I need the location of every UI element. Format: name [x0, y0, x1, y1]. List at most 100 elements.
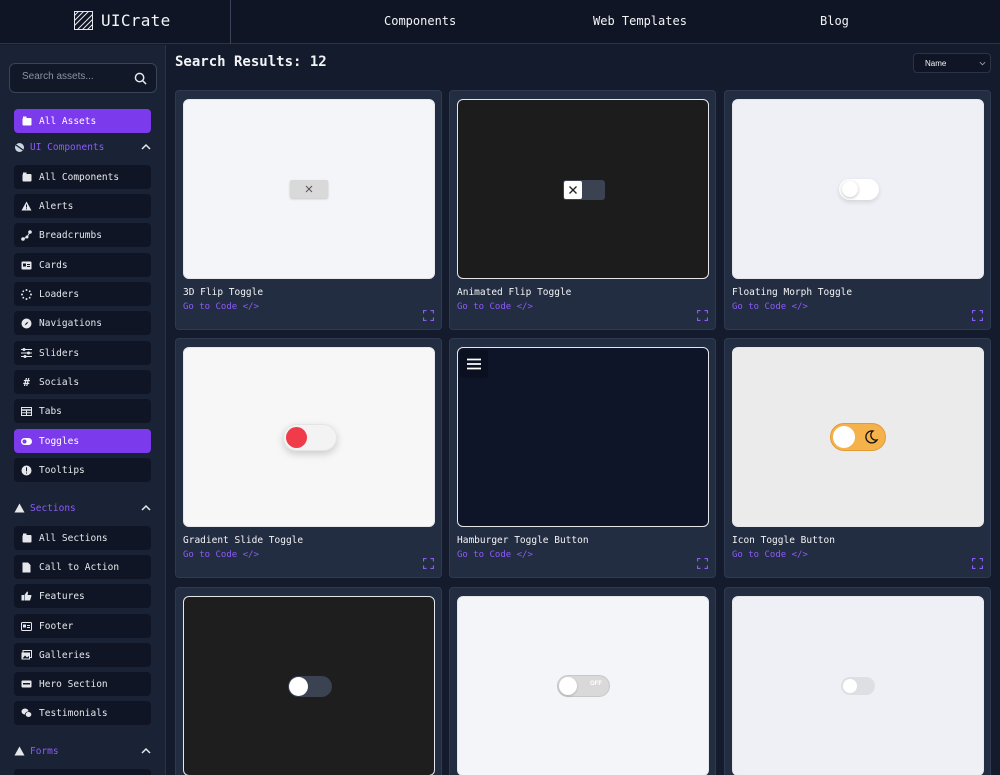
- icon-toggle-demo[interactable]: [830, 423, 886, 451]
- component-card[interactable]: Gradient Slide Toggle Go to Code </>: [175, 338, 442, 578]
- go-to-code-link[interactable]: Go to Code </>: [457, 550, 533, 560]
- morph-toggle-demo[interactable]: [839, 179, 879, 200]
- sidebar-item-toggles[interactable]: Toggles: [14, 429, 151, 453]
- go-to-code-link[interactable]: Go to Code </>: [183, 302, 259, 312]
- card-title: Gradient Slide Toggle: [183, 535, 304, 546]
- go-to-code-link[interactable]: Go to Code </>: [732, 550, 808, 560]
- card-title: Animated Flip Toggle: [457, 287, 572, 298]
- component-card[interactable]: Hamburger Toggle Button Go to Code </>: [449, 338, 716, 578]
- sidebar-item-all-components[interactable]: All Components: [14, 165, 151, 189]
- component-card[interactable]: 3D Flip Toggle Go to Code </>: [175, 90, 442, 330]
- component-card[interactable]: Floating Morph Toggle Go to Code </>: [724, 90, 991, 330]
- chevron-up-icon[interactable]: [140, 141, 152, 153]
- folder-icon: [21, 533, 32, 544]
- compass-icon: [21, 318, 32, 329]
- sidebar-item-testimonials[interactable]: Testimonials: [14, 701, 151, 725]
- sidebar-item-hero-section[interactable]: Hero Section: [14, 672, 151, 696]
- sidebar-item-label: Hero Section: [39, 678, 108, 690]
- sidebar-item-footer[interactable]: Footer: [14, 614, 151, 638]
- nav-blog[interactable]: Blog: [820, 14, 849, 28]
- component-card[interactable]: Animated Flip Toggle Go to Code </>: [449, 90, 716, 330]
- search-input[interactable]: [22, 71, 132, 82]
- sidebar-item-label: Testimonials: [39, 707, 108, 719]
- sidebar-item-label: All Sections: [39, 532, 108, 544]
- nav-web-templates[interactable]: Web Templates: [593, 14, 687, 28]
- sidebar-item-loaders[interactable]: Loaders: [14, 282, 151, 306]
- chevron-down-icon: [979, 61, 986, 66]
- preview-floating-morph-toggle[interactable]: [732, 99, 984, 279]
- toggle-demo[interactable]: [288, 676, 332, 697]
- close-icon: [305, 185, 313, 193]
- search-box[interactable]: [9, 63, 157, 93]
- section-header-ui-components[interactable]: UI Components: [14, 138, 154, 156]
- go-to-code-link[interactable]: Go to Code </>: [732, 302, 808, 312]
- preview-dark-toggle[interactable]: [183, 596, 435, 775]
- hamburger-button-demo[interactable]: [460, 350, 488, 378]
- expand-icon[interactable]: [423, 558, 434, 569]
- sidebar-item-features[interactable]: Features: [14, 584, 151, 608]
- sidebar-item-label: Sliders: [39, 347, 80, 359]
- preview-hamburger-toggle-button[interactable]: [457, 347, 709, 527]
- preview-gradient-slide-toggle[interactable]: [183, 347, 435, 527]
- sidebar-item-galleries[interactable]: Galleries: [14, 643, 151, 667]
- slide-toggle-demo[interactable]: [283, 424, 337, 451]
- section-header-sections[interactable]: Sections: [14, 499, 154, 517]
- flip-toggle-demo[interactable]: [563, 180, 605, 200]
- hamburger-icon: [467, 358, 481, 370]
- folder-icon: [21, 172, 32, 183]
- sidebar-item-navigations[interactable]: Navigations: [14, 311, 151, 335]
- search-icon[interactable]: [134, 72, 147, 85]
- preview-3d-flip-toggle[interactable]: [183, 99, 435, 279]
- sort-value: Name: [925, 58, 947, 68]
- expand-icon[interactable]: [423, 310, 434, 321]
- thumbs-up-icon: [21, 591, 32, 602]
- component-card[interactable]: OFF: [449, 587, 716, 775]
- go-to-code-link[interactable]: Go to Code </>: [457, 302, 533, 312]
- sidebar-item-socials[interactable]: # Socials: [14, 370, 151, 394]
- preview-small-toggle[interactable]: [732, 596, 984, 775]
- sidebar-item-alerts[interactable]: Alerts: [14, 194, 151, 218]
- sidebar-item-sliders[interactable]: Sliders: [14, 341, 151, 365]
- sidebar-item-partial[interactable]: [14, 769, 151, 775]
- card-title: Floating Morph Toggle: [732, 287, 853, 298]
- sidebar-item-label: All Assets: [39, 115, 97, 127]
- small-toggle-demo[interactable]: [841, 677, 875, 695]
- sidebar-item-all-sections[interactable]: All Sections: [14, 526, 151, 550]
- sidebar-item-tabs[interactable]: Tabs: [14, 399, 151, 423]
- info-icon: [21, 465, 32, 476]
- nav-components[interactable]: Components: [384, 14, 456, 28]
- cube-icon: [14, 142, 25, 153]
- sidebar-item-label: Loaders: [39, 288, 80, 300]
- chevron-up-icon[interactable]: [140, 502, 152, 514]
- expand-icon[interactable]: [972, 310, 983, 321]
- sidebar-item-all-assets[interactable]: All Assets: [14, 109, 151, 133]
- preview-off-toggle[interactable]: OFF: [457, 596, 709, 775]
- sidebar-item-cards[interactable]: Cards: [14, 253, 151, 277]
- component-card[interactable]: [175, 587, 442, 775]
- component-card[interactable]: Icon Toggle Button Go to Code </>: [724, 338, 991, 578]
- close-icon: [569, 186, 577, 194]
- sliders-icon: [21, 348, 32, 359]
- sidebar-item-label: Galleries: [39, 649, 91, 661]
- expand-icon[interactable]: [697, 310, 708, 321]
- sidebar-item-call-to-action[interactable]: Call to Action: [14, 555, 151, 579]
- expand-icon[interactable]: [972, 558, 983, 569]
- preview-animated-flip-toggle[interactable]: [457, 99, 709, 279]
- go-to-code-link[interactable]: Go to Code </>: [183, 550, 259, 560]
- expand-icon[interactable]: [697, 558, 708, 569]
- off-toggle-demo[interactable]: OFF: [557, 675, 610, 697]
- toggle-icon: [21, 436, 32, 447]
- triangle-icon: [14, 746, 25, 757]
- component-card[interactable]: [724, 587, 991, 775]
- sidebar-item-breadcrumbs[interactable]: Breadcrumbs: [14, 223, 151, 247]
- chevron-up-icon[interactable]: [140, 745, 152, 757]
- logo[interactable]: UICrate: [74, 11, 171, 30]
- images-icon: [21, 650, 32, 661]
- sidebar-item-tooltips[interactable]: Tooltips: [14, 458, 151, 482]
- section-header-forms[interactable]: Forms: [14, 742, 154, 760]
- flip-toggle-demo[interactable]: [290, 180, 328, 198]
- preview-icon-toggle-button[interactable]: [732, 347, 984, 527]
- sidebar: All Assets UI Components All Components …: [0, 45, 166, 775]
- section-title: Forms: [30, 745, 59, 757]
- sort-select[interactable]: Name: [913, 53, 991, 73]
